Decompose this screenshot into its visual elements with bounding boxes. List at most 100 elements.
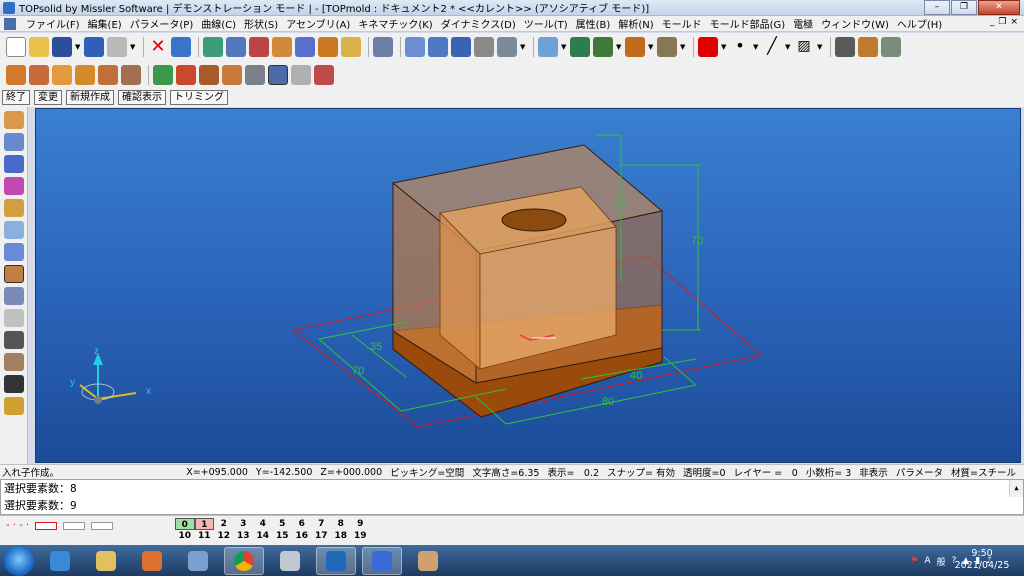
layer-0[interactable]: 0 — [175, 518, 195, 530]
topsolid-logo-icon[interactable] — [3, 397, 24, 415]
status-hidden[interactable]: 非表示 — [859, 465, 888, 479]
menu-kinematic[interactable]: キネマチック(K) — [354, 16, 436, 31]
layer-19[interactable]: 19 — [351, 530, 371, 542]
mold-block-icon[interactable] — [121, 64, 141, 85]
print-icon[interactable] — [107, 37, 127, 57]
status-display[interactable]: 表示= 0.2 — [547, 465, 599, 479]
zoom-dropdown-icon[interactable]: ▼ — [561, 43, 567, 51]
status-picking[interactable]: ピッキング=空間 — [390, 465, 464, 479]
hatch-dropdown-icon[interactable]: ▼ — [817, 43, 823, 51]
output-console[interactable]: 選択要素数：8 選択要素数：9 ▲▼ — [0, 479, 1024, 526]
document-icon[interactable] — [4, 17, 16, 30]
pencil-icon[interactable] — [3, 111, 24, 129]
menu-tool[interactable]: ツール(T) — [520, 16, 572, 31]
mdi-minimize-button[interactable]: _ — [990, 17, 995, 27]
drill-icon[interactable] — [3, 331, 24, 349]
taskbar-drawing-app[interactable] — [178, 547, 218, 575]
layer-11[interactable]: 11 — [195, 530, 215, 542]
screw-icon[interactable] — [3, 353, 24, 371]
status-snap[interactable]: スナップ= 有効 — [607, 465, 675, 479]
camera-dropdown-icon[interactable]: ▼ — [680, 43, 686, 51]
taskbar-outlook[interactable] — [316, 546, 356, 575]
mold-plate-icon[interactable] — [98, 64, 118, 85]
shell-icon[interactable] — [222, 64, 242, 85]
taskbar-chrome[interactable] — [224, 546, 264, 575]
modify-button[interactable]: 変更 — [34, 90, 62, 105]
mold-tool-icon[interactable] — [3, 265, 24, 283]
taskbar-file-explorer[interactable] — [86, 547, 126, 575]
menu-curve[interactable]: 曲線(C) — [197, 16, 240, 31]
ime-mode-label[interactable]: A — [924, 556, 930, 566]
taskbar-topsolid[interactable] — [362, 546, 402, 575]
trimming-button[interactable]: トリミング — [170, 90, 228, 105]
mold-insert-icon[interactable] — [29, 64, 49, 85]
surface-icon[interactable] — [199, 64, 219, 85]
hammer-icon[interactable] — [272, 37, 292, 57]
cross-tool-icon[interactable] — [176, 64, 196, 85]
cavity-icon[interactable] — [268, 64, 288, 85]
line-style-solid[interactable] — [35, 521, 58, 530]
output-scrollbar[interactable]: ▲▼ — [1009, 480, 1023, 526]
dot-style-icon[interactable]: • — [730, 37, 750, 57]
delete-icon[interactable]: ✕ — [148, 37, 168, 57]
print-dropdown-icon[interactable]: ▼ — [130, 43, 136, 51]
minimize-button[interactable]: – — [924, 0, 950, 15]
layer-10[interactable]: 10 — [175, 530, 195, 542]
search-icon[interactable] — [291, 64, 311, 85]
layer-5[interactable]: 5 — [273, 518, 293, 530]
layer-18[interactable]: 18 — [331, 530, 351, 542]
color-dropdown-icon[interactable]: ▼ — [721, 43, 727, 51]
visible-icon[interactable] — [497, 37, 517, 57]
screen-icon[interactable] — [593, 37, 613, 57]
cube-icon[interactable] — [3, 155, 24, 173]
screen-dropdown-icon[interactable]: ▼ — [616, 43, 622, 51]
measure-icon[interactable] — [226, 37, 246, 57]
status-layer[interactable]: レイヤー = 0 — [734, 465, 798, 479]
status-parameter[interactable]: パラメータ — [896, 465, 943, 479]
menu-help[interactable]: ヘルプ(H) — [893, 16, 946, 31]
status-decimals[interactable]: 小数桁= 3 — [806, 465, 852, 479]
layer-2[interactable]: 2 — [214, 518, 234, 530]
mdi-restore-button[interactable]: ❐ — [998, 17, 1006, 27]
hook-icon[interactable] — [474, 37, 494, 57]
pin-icon[interactable] — [318, 37, 338, 57]
layer-16[interactable]: 16 — [292, 530, 312, 542]
copy-icon[interactable] — [858, 37, 878, 57]
status-material[interactable]: 材質=スチール — [951, 465, 1016, 479]
render-icon[interactable] — [835, 37, 855, 57]
assembly-icon[interactable] — [3, 243, 24, 261]
layer-12[interactable]: 12 — [214, 530, 234, 542]
menu-attribute[interactable]: 属性(B) — [572, 16, 615, 31]
export-icon[interactable] — [314, 64, 334, 85]
clock-area[interactable]: 9:50 2021/04/25 — [942, 545, 1024, 576]
layer-14[interactable]: 14 — [253, 530, 273, 542]
taskbar-paint[interactable] — [408, 547, 448, 575]
mdi-close-button[interactable]: × — [1010, 17, 1018, 27]
layer-3[interactable]: 3 — [234, 518, 254, 530]
line-style-icon[interactable]: ╱ — [762, 37, 782, 57]
line-style-dashed[interactable]: - · - · — [6, 520, 29, 531]
status-text-height[interactable]: 文字高さ=6.35 — [472, 465, 539, 479]
mold-core-icon[interactable] — [6, 64, 26, 85]
layer-13[interactable]: 13 — [234, 530, 254, 542]
close-button[interactable]: ✕ — [978, 0, 1020, 15]
menu-analysis[interactable]: 解析(N) — [614, 16, 657, 31]
end-button[interactable]: 終了 — [2, 90, 30, 105]
bar-icon[interactable] — [451, 37, 471, 57]
hatch-icon[interactable]: ▨ — [794, 37, 814, 57]
surface-tool-icon[interactable] — [3, 177, 24, 195]
menu-assembly[interactable]: アセンブリ(A) — [282, 16, 354, 31]
ejector-icon[interactable] — [3, 375, 24, 393]
camera-icon[interactable] — [657, 37, 677, 57]
menu-window[interactable]: ウィンドウ(W) — [817, 16, 893, 31]
line-style-empty[interactable] — [91, 521, 114, 530]
cut-icon[interactable] — [405, 37, 425, 57]
taskbar-internet-explorer[interactable] — [40, 547, 80, 575]
flag-icon[interactable]: ⚑ — [910, 556, 918, 566]
zoom-icon[interactable] — [538, 37, 558, 57]
color-icon[interactable] — [698, 37, 718, 57]
confirm-display-button[interactable]: 確認表示 — [118, 90, 166, 105]
tool-icon[interactable] — [295, 37, 315, 57]
menu-parameter[interactable]: パラメータ(P) — [126, 16, 198, 31]
trim-icon[interactable] — [373, 37, 393, 57]
